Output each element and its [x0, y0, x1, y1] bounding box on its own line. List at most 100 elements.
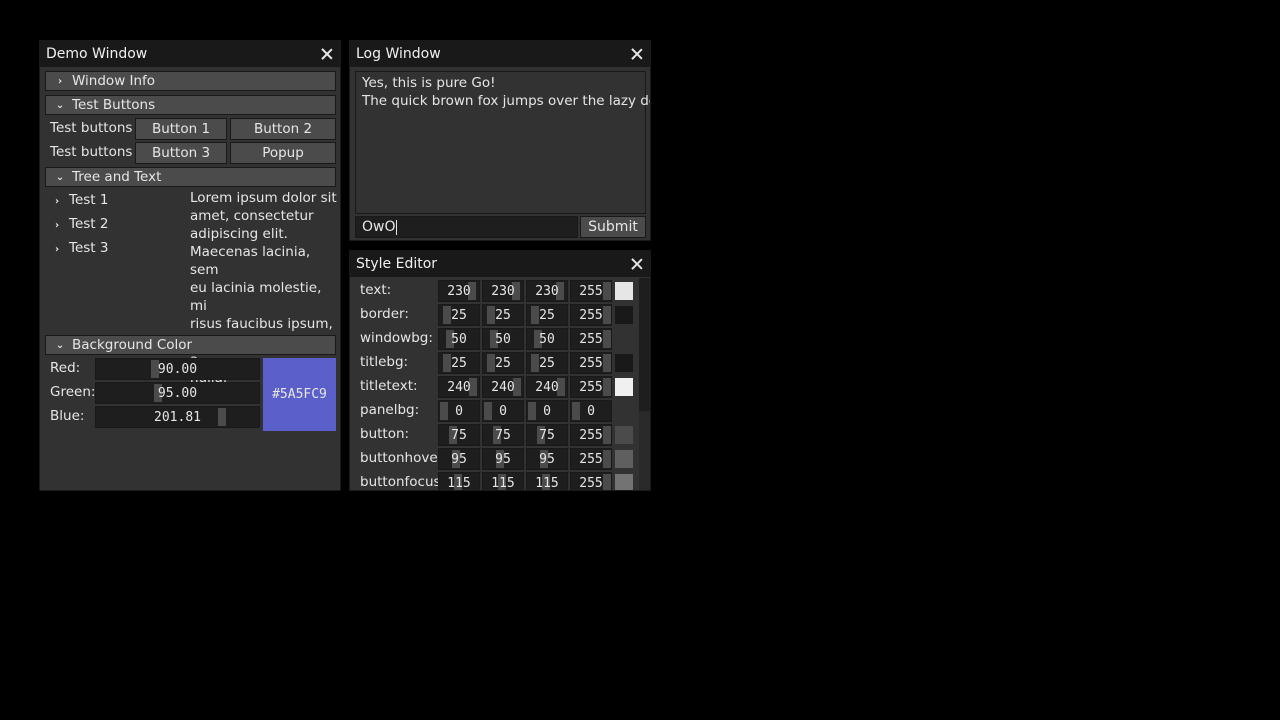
slider-value: 255 [579, 331, 603, 347]
style-channel-slider[interactable]: 115 [482, 472, 524, 490]
text-line: Lorem ipsum dolor sit [190, 190, 337, 206]
style-channel-slider[interactable]: 230 [438, 280, 480, 302]
style-channel-slider[interactable]: 0 [482, 400, 524, 422]
style-channel-slider[interactable]: 0 [526, 400, 568, 422]
style-channel-slider[interactable]: 240 [438, 376, 480, 398]
section-tree-and-text[interactable]: ⌄ Tree and Text [45, 167, 336, 187]
style-channel-slider[interactable]: 255 [570, 304, 612, 326]
style-channel-slider[interactable]: 50 [438, 328, 480, 350]
tree-item[interactable]: › Test 1 [51, 192, 109, 208]
log-input[interactable]: OwO [355, 216, 578, 238]
style-channel-slider[interactable]: 240 [482, 376, 524, 398]
chevron-right-icon: › [57, 75, 63, 87]
slider-value: 95.00 [157, 385, 198, 401]
text-line: eu lacinia molestie, mi [190, 280, 322, 314]
style-channel-slider[interactable]: 0 [438, 400, 480, 422]
style-channel-slider[interactable]: 25 [526, 352, 568, 374]
demo-window-titlebar[interactable]: Demo Window [40, 41, 340, 67]
style-editor-window: Style Editor text: 230 230 230 255 border: 25 2… [349, 250, 651, 491]
section-label: Window Info [72, 73, 156, 89]
submit-button[interactable]: Submit [580, 216, 646, 238]
style-channel-slider[interactable]: 75 [526, 424, 568, 446]
red-label: Red: [50, 360, 81, 376]
style-row-label: border: [360, 306, 409, 322]
style-channel-slider[interactable]: 25 [482, 304, 524, 326]
style-channel-slider[interactable]: 25 [438, 352, 480, 374]
style-channel-slider[interactable]: 230 [482, 280, 524, 302]
style-channel-slider[interactable]: 95 [482, 448, 524, 470]
tree-item[interactable]: › Test 3 [51, 240, 109, 256]
color-swatch [615, 330, 633, 348]
style-channel-slider[interactable]: 230 [526, 280, 568, 302]
style-channel-slider[interactable]: 255 [570, 280, 612, 302]
slider-value: 255 [579, 379, 603, 395]
color-swatch [615, 282, 633, 300]
color-swatch [615, 450, 633, 468]
style-channel-slider[interactable]: 255 [570, 376, 612, 398]
section-background-color[interactable]: ⌄ Background Color [45, 335, 336, 355]
scrollbar-thumb[interactable] [639, 278, 650, 411]
button-3[interactable]: Button 3 [135, 142, 227, 164]
text-caret [395, 219, 397, 235]
style-channel-slider[interactable]: 255 [570, 352, 612, 374]
slider-value: 0 [455, 403, 463, 419]
chevron-down-icon: ⌄ [55, 171, 65, 183]
style-channel-slider[interactable]: 0 [570, 400, 612, 422]
close-icon[interactable] [630, 257, 644, 271]
color-hex: #5A5FC9 [272, 387, 327, 402]
style-channel-slider[interactable]: 75 [438, 424, 480, 446]
style-channel-slider[interactable]: 115 [438, 472, 480, 490]
style-channel-slider[interactable]: 240 [526, 376, 568, 398]
slider-value: 255 [579, 283, 603, 299]
slider-value: 25 [451, 355, 467, 371]
green-slider[interactable]: 95.00 [95, 382, 260, 404]
slider-value: 201.81 [154, 409, 201, 425]
section-window-info[interactable]: › Window Info [45, 71, 336, 91]
style-channel-slider[interactable]: 25 [438, 304, 480, 326]
style-channel-slider[interactable]: 25 [482, 352, 524, 374]
button-1[interactable]: Button 1 [135, 118, 227, 140]
style-channel-slider[interactable]: 255 [570, 424, 612, 446]
test-buttons-label: Test buttons [50, 144, 133, 160]
red-slider[interactable]: 90.00 [95, 358, 260, 380]
blue-slider[interactable]: 201.81 [95, 406, 260, 428]
tree-item-label: Test 3 [69, 240, 109, 256]
green-label: Green: [50, 384, 96, 400]
style-channel-slider[interactable]: 255 [570, 472, 612, 490]
button-2[interactable]: Button 2 [230, 118, 336, 140]
style-channel-slider[interactable]: 95 [526, 448, 568, 470]
style-channel-slider[interactable]: 25 [526, 304, 568, 326]
text-line: adipiscing elit. [190, 226, 288, 242]
slider-value: 50 [539, 331, 555, 347]
style-row-label: text: [360, 282, 392, 298]
color-swatch [615, 378, 633, 396]
style-channel-slider[interactable]: 255 [570, 328, 612, 350]
log-window-titlebar[interactable]: Log Window [350, 41, 650, 67]
style-channel-slider[interactable]: 50 [482, 328, 524, 350]
slider-value: 0 [499, 403, 507, 419]
style-channel-slider[interactable]: 50 [526, 328, 568, 350]
text-line: Maecenas lacinia, sem [190, 244, 311, 278]
slider-value: 95 [495, 451, 511, 467]
style-row-label: windowbg: [360, 330, 433, 346]
style-editor-titlebar[interactable]: Style Editor [350, 251, 650, 277]
style-row-label: titlebg: [360, 354, 409, 370]
scrollbar[interactable] [639, 278, 650, 490]
section-label: Tree and Text [72, 169, 162, 185]
slider-value: 90.00 [157, 361, 198, 377]
popup-button[interactable]: Popup [230, 142, 336, 164]
slider-value: 25 [495, 355, 511, 371]
style-channel-slider[interactable]: 95 [438, 448, 480, 470]
style-channel-slider[interactable]: 75 [482, 424, 524, 446]
close-icon[interactable] [630, 47, 644, 61]
style-channel-slider[interactable]: 115 [526, 472, 568, 490]
style-row-label: titletext: [360, 378, 418, 394]
log-area[interactable]: Yes, this is pure Go! The quick brown fo… [355, 71, 650, 214]
demo-window: Demo Window › Window Info ⌄ Test Buttons… [39, 40, 341, 491]
section-test-buttons[interactable]: ⌄ Test Buttons [45, 95, 336, 115]
tree-item[interactable]: › Test 2 [51, 216, 109, 232]
slider-value: 95 [451, 451, 467, 467]
close-icon[interactable] [320, 47, 334, 61]
style-channel-slider[interactable]: 255 [570, 448, 612, 470]
log-window: Log Window Yes, this is pure Go! The qui… [349, 40, 651, 241]
